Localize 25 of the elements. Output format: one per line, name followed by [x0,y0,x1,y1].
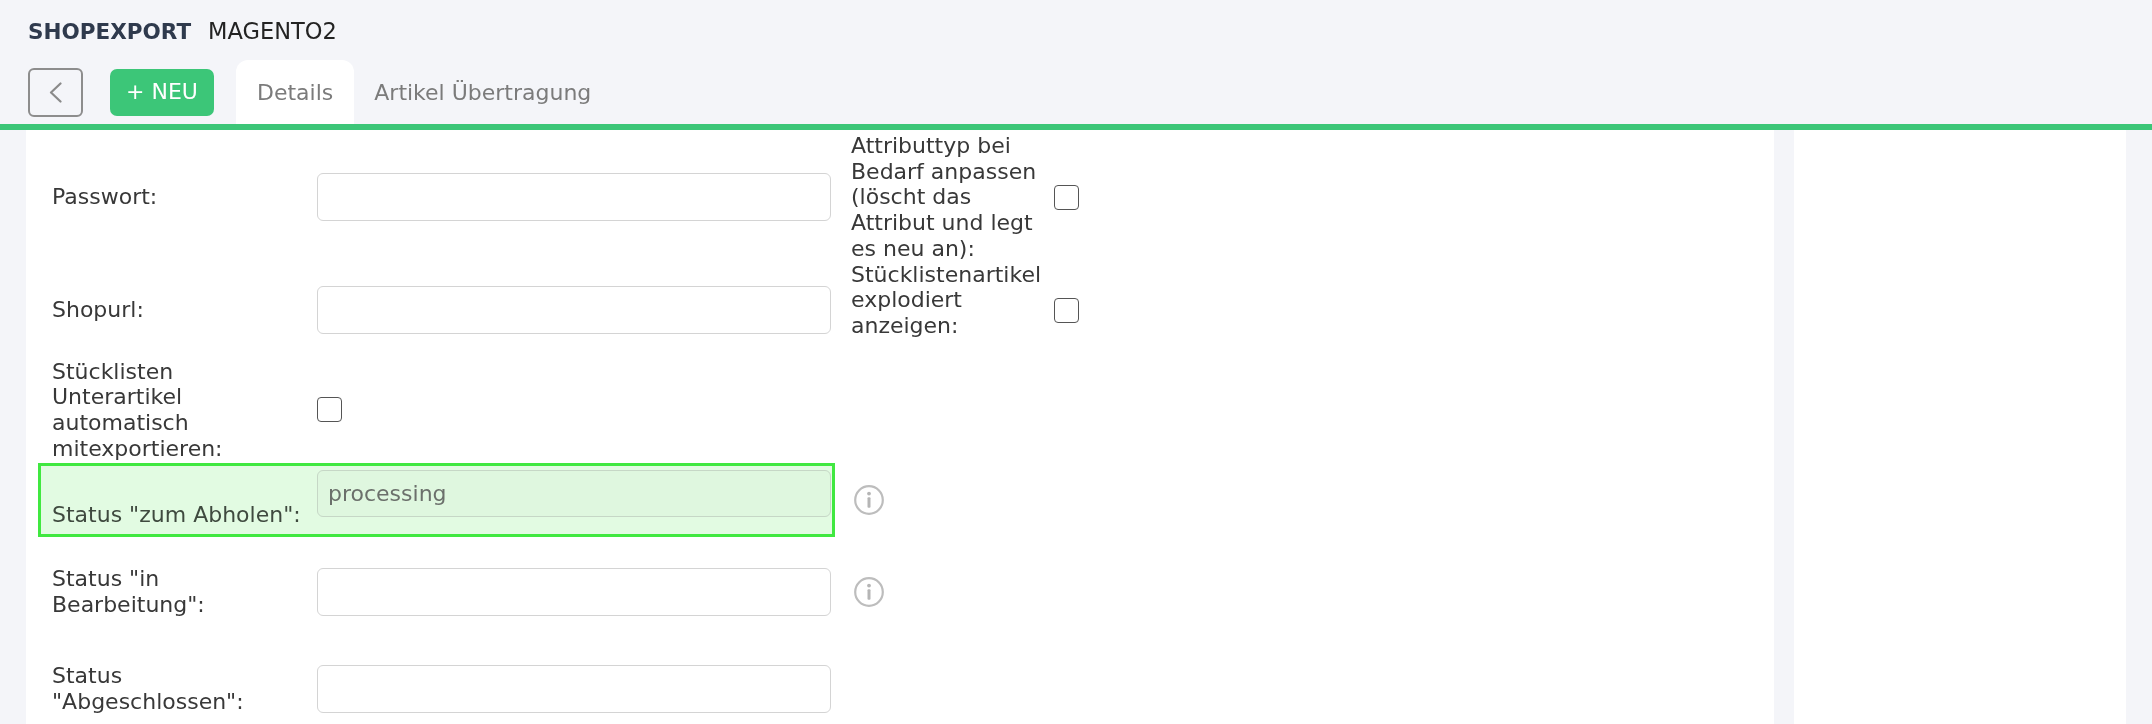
chevron-left-icon [49,81,62,103]
text-input[interactable]: processing [317,470,831,518]
tab[interactable]: Artikel Übertragung [354,60,612,124]
field-label: Status "Abgeschlossen": [52,663,244,714]
checkbox[interactable] [1054,297,1079,323]
text-input[interactable] [317,286,831,334]
text-input[interactable] [317,664,831,713]
field-label: Status "in Bearbeitung": [52,566,205,617]
new-button[interactable]: + NEU [110,68,214,116]
info-icon[interactable] [854,576,884,607]
field-label: Stücklistenartikel explodiert anzeigen: [851,261,1042,338]
info-icon[interactable] [854,485,884,516]
field-label: Passwort: [52,184,158,210]
field-label: Attributtyp bei Bedarf anpassen (löscht das Attribut und legt es neu an): [851,133,1037,261]
text-input[interactable] [317,567,831,616]
text-input[interactable] [317,173,831,222]
checkbox[interactable] [317,397,342,423]
tab[interactable]: Details [236,60,355,124]
field-label: Stücklisten Unterartikel automatisch mitexportieren: [52,358,223,461]
back-button[interactable] [28,67,83,117]
checkbox[interactable] [1054,184,1079,210]
page-title: SHOPEXPORT [28,19,192,44]
field-label: Status "zum Abholen": [52,501,301,527]
field-label: Shopurl: [52,297,144,323]
page-subtitle: MAGENTO2 [208,19,337,44]
